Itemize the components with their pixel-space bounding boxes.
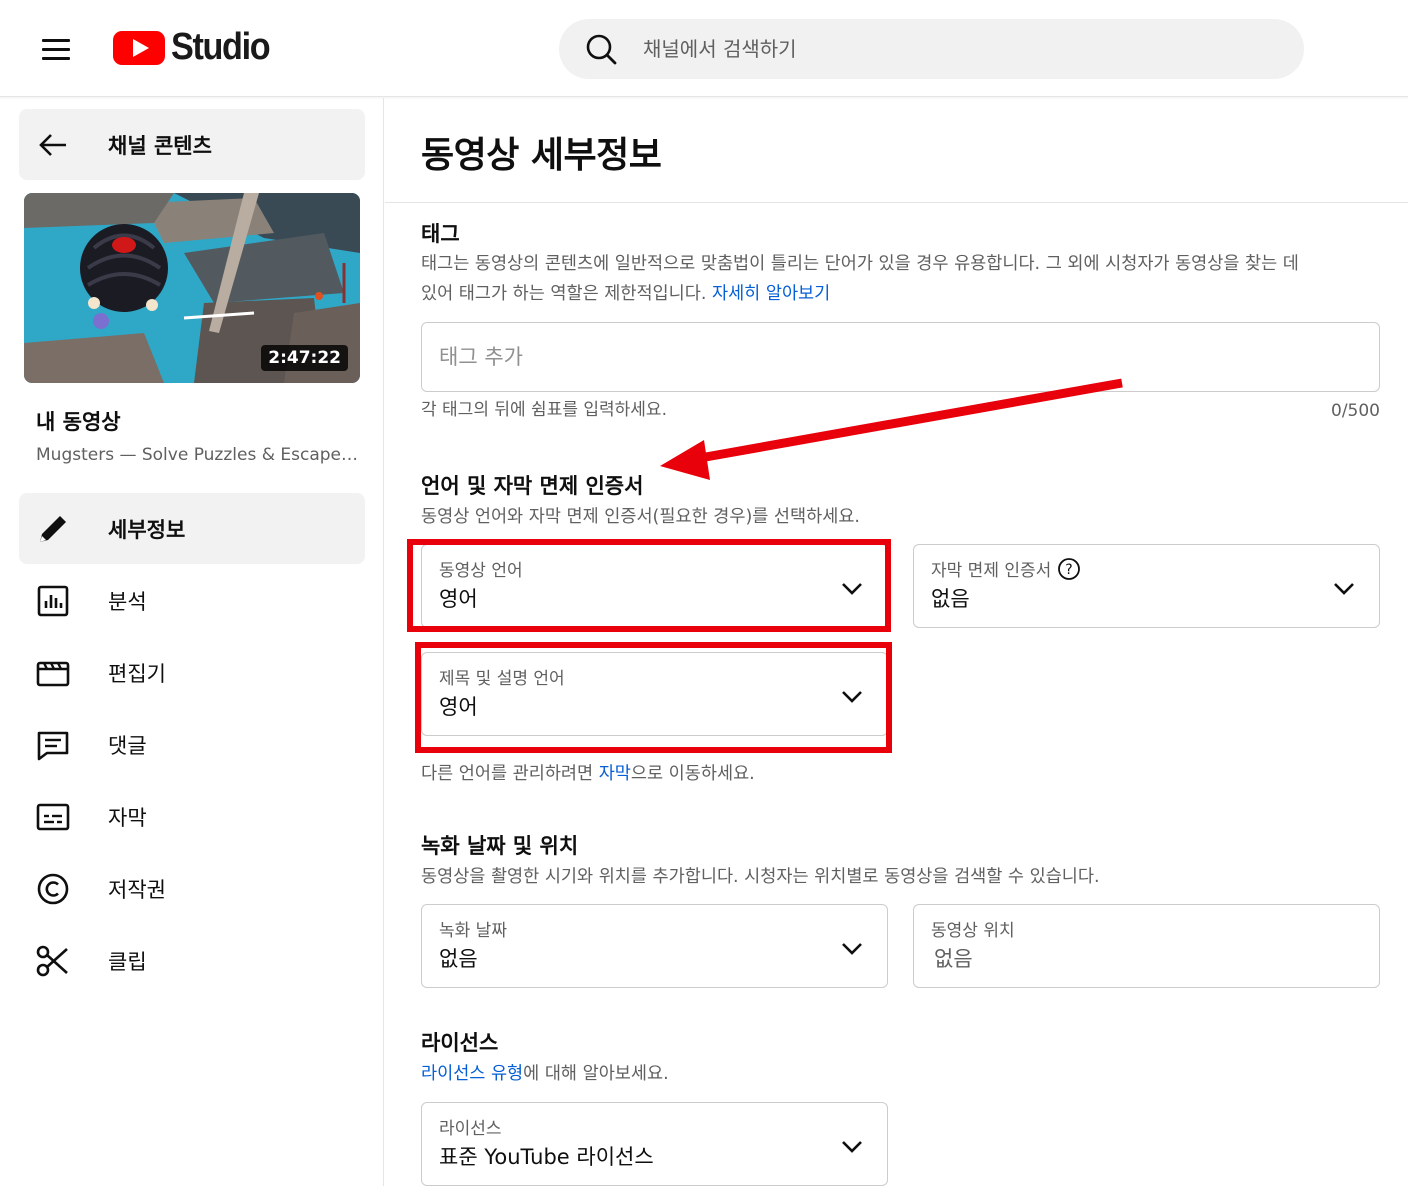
tags-hint: 각 태그의 뒤에 쉼표를 입력하세요.	[421, 400, 667, 420]
sidebar-item-label: 댓글	[108, 733, 147, 758]
title-description-language-dropdown[interactable]: 제목 및 설명 언어 영어	[421, 652, 888, 736]
title-description-language-label: 제목 및 설명 언어	[439, 669, 565, 689]
hamburger-menu-icon[interactable]	[30, 28, 82, 70]
video-location-value: 없음	[934, 947, 973, 971]
manage-languages-suffix: 으로 이동하세요.	[630, 764, 755, 784]
back-label: 채널 콘텐츠	[108, 133, 212, 158]
chevron-down-icon	[842, 943, 862, 955]
video-language-label: 동영상 언어	[439, 561, 523, 581]
video-location-field[interactable]: 동영상 위치 없음	[913, 904, 1380, 988]
youtube-logo-icon	[113, 30, 165, 65]
chevron-down-icon	[1334, 583, 1354, 595]
arrow-back-icon	[39, 133, 66, 156]
sidebar-item-label: 저작권	[108, 877, 166, 902]
caption-certificate-label-row: 자막 면제 인증서 ?	[931, 556, 1081, 581]
help-icon[interactable]: ?	[1057, 557, 1081, 581]
sidebar-item-clips[interactable]: 클립	[19, 925, 365, 996]
clapperboard-icon	[36, 661, 70, 687]
language-description: 동영상 언어와 자막 면제 인증서(필요한 경우)를 선택하세요.	[421, 507, 860, 527]
page-title: 동영상 세부정보	[421, 135, 662, 176]
license-value: 표준 YouTube 라이선스	[439, 1145, 654, 1169]
chevron-down-icon	[842, 583, 862, 595]
svg-text:?: ?	[1066, 562, 1073, 578]
sidebar-item-label: 세부정보	[108, 517, 186, 542]
sidebar-item-comments[interactable]: 댓글	[19, 709, 365, 780]
caption-certificate-label: 자막 면제 인증서	[931, 561, 1052, 581]
recording-description: 동영상을 촬영한 시기와 위치를 추가합니다. 시청자는 위치별로 동영상을 검…	[421, 867, 1100, 887]
tags-input[interactable]	[439, 341, 1339, 373]
title-description-language-value: 영어	[439, 695, 478, 719]
studio-logo[interactable]: Studio	[113, 26, 280, 69]
video-location-label: 동영상 위치	[931, 921, 1015, 941]
video-language-dropdown[interactable]: 동영상 언어 영어	[421, 544, 888, 628]
license-section-title: 라이선스	[421, 1031, 499, 1055]
recording-date-label: 녹화 날짜	[439, 921, 507, 941]
tags-description-line1: 태그는 동영상의 콘텐츠에 일반적으로 맞춤법이 틀리는 단어가 있을 경우 유…	[421, 254, 1299, 274]
main-content: 동영상 세부정보 태그 태그는 동영상의 콘텐츠에 일반적으로 맞춤법이 틀리는…	[385, 98, 1408, 1186]
title-divider	[385, 202, 1408, 203]
caption-certificate-value: 없음	[931, 587, 970, 611]
search-input[interactable]	[643, 33, 1263, 65]
license-dropdown[interactable]: 라이선스 표준 YouTube 라이선스	[421, 1102, 888, 1186]
chevron-down-icon	[842, 691, 862, 703]
tags-description-line2: 있어 태그가 하는 역할은 제한적입니다. 자세히 알아보기	[421, 279, 1386, 309]
sidebar-item-label: 분석	[108, 589, 147, 614]
recording-section-title: 녹화 날짜 및 위치	[421, 834, 579, 858]
chevron-down-icon	[842, 1141, 862, 1153]
license-description: 라이선스 유형에 대해 알아보세요.	[421, 1059, 669, 1089]
search-bar	[559, 19, 1304, 79]
recording-date-dropdown[interactable]: 녹화 날짜 없음	[421, 904, 888, 988]
sidebar-item-analytics[interactable]: 분석	[19, 565, 365, 636]
sidebar-item-label: 편집기	[108, 661, 166, 686]
sidebar-item-copyright[interactable]: 저작권	[19, 853, 365, 924]
recording-date-value: 없음	[439, 947, 478, 971]
back-to-channel-content-button[interactable]: 채널 콘텐츠	[19, 109, 365, 180]
license-types-link[interactable]: 라이선스 유형	[421, 1064, 523, 1084]
subtitles-link[interactable]: 자막	[599, 764, 631, 784]
sidebar-item-label: 클립	[108, 949, 147, 974]
pencil-icon	[40, 516, 66, 542]
tags-counter: 0/500	[1331, 401, 1380, 421]
analytics-icon	[37, 585, 69, 617]
video-title: Mugsters — Solve Puzzles & Escape…	[36, 445, 358, 465]
manage-languages-prefix: 다른 언어를 관리하려면	[421, 764, 599, 784]
caption-certificate-dropdown[interactable]: 자막 면제 인증서 ? 없음	[913, 544, 1380, 628]
scissors-icon	[36, 945, 68, 977]
tags-description: 태그는 동영상의 콘텐츠에 일반적으로 맞춤법이 틀리는 단어가 있을 경우 유…	[421, 249, 1386, 309]
logo-text: Studio	[171, 26, 271, 68]
video-thumbnail[interactable]: 2:47:22	[24, 193, 360, 383]
comment-icon	[37, 731, 69, 761]
video-language-value: 영어	[439, 587, 478, 611]
copyright-icon	[37, 873, 69, 905]
language-section-title: 언어 및 자막 면제 인증서	[421, 474, 644, 498]
tags-field[interactable]	[421, 322, 1380, 392]
sidebar-item-label: 자막	[108, 805, 147, 830]
sidebar: 채널 콘텐츠 2:47:22 내 동영상 Mugsters — Solve Pu…	[0, 98, 384, 1186]
license-label: 라이선스	[439, 1119, 502, 1139]
video-duration: 2:47:22	[261, 345, 348, 371]
manage-languages-text: 다른 언어를 관리하려면 자막으로 이동하세요.	[421, 759, 755, 789]
sidebar-item-editor[interactable]: 편집기	[19, 637, 365, 708]
search-icon[interactable]	[583, 31, 619, 67]
license-description-suffix: 에 대해 알아보세요.	[523, 1064, 669, 1084]
tags-section-title: 태그	[421, 222, 460, 246]
subtitles-icon	[36, 803, 70, 831]
learn-more-link[interactable]: 자세히 알아보기	[712, 284, 830, 304]
sidebar-item-subtitles[interactable]: 자막	[19, 781, 365, 852]
my-video-heading: 내 동영상	[36, 410, 121, 434]
top-bar: Studio	[0, 0, 1408, 97]
tags-description-text: 있어 태그가 하는 역할은 제한적입니다.	[421, 284, 712, 304]
sidebar-item-details[interactable]: 세부정보	[19, 493, 365, 564]
